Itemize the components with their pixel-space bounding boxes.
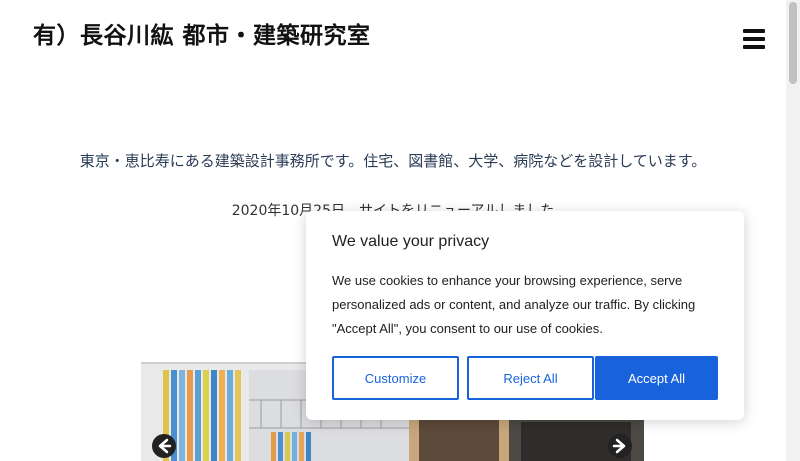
slider-next-arrow-icon[interactable] [608, 434, 632, 458]
cookie-title: We value your privacy [332, 233, 490, 250]
cookie-consent-banner: We value your privacy We use cookies to … [306, 211, 744, 420]
scrollbar[interactable] [786, 0, 800, 461]
reject-all-button[interactable]: Reject All [467, 356, 594, 400]
cookie-description: We use cookies to enhance your browsing … [332, 273, 696, 336]
intro-text: 東京・恵比寿にある建築設計事務所です。住宅、図書館、大学、病院などを設計していま… [79, 152, 707, 170]
site-title[interactable]: 有）長谷川紘 都市・建築研究室 [33, 16, 371, 50]
scrollbar-thumb[interactable] [789, 2, 797, 84]
customize-button[interactable]: Customize [332, 356, 459, 400]
slider-prev-arrow-icon[interactable] [152, 434, 176, 458]
hamburger-menu-icon[interactable] [743, 29, 765, 51]
accept-all-button[interactable]: Accept All [595, 356, 718, 400]
